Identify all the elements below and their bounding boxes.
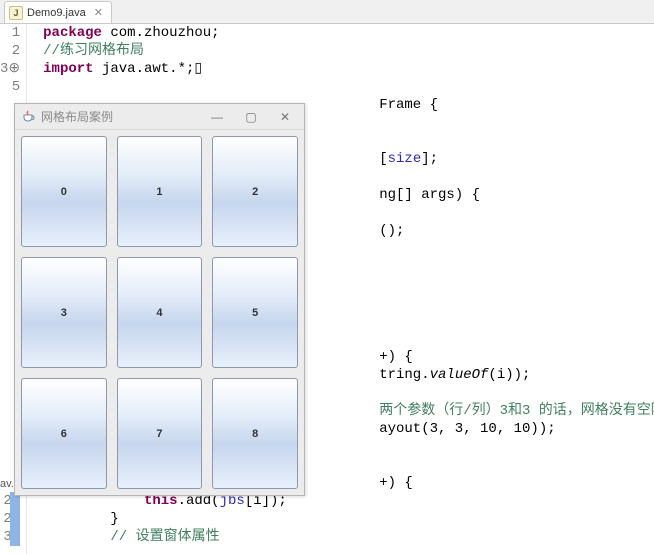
- java-cup-icon: [21, 110, 35, 124]
- grid-button-6[interactable]: 6: [21, 378, 107, 489]
- code-line[interactable]: // 设置窗体属性: [43, 528, 654, 546]
- window-controls: — ▢ ✕: [210, 110, 298, 124]
- code-line[interactable]: }: [43, 510, 654, 528]
- code-line[interactable]: //练习网格布局: [43, 42, 654, 60]
- line-number: 5: [0, 78, 20, 96]
- grid-button-8[interactable]: 8: [212, 378, 298, 489]
- code-line[interactable]: package com.zhouzhou;: [43, 24, 654, 42]
- grid-button-1[interactable]: 1: [117, 136, 203, 247]
- line-number: 3⊕: [0, 60, 20, 78]
- grid-button-0[interactable]: 0: [21, 136, 107, 247]
- grid-button-5[interactable]: 5: [212, 257, 298, 368]
- tab-filename: Demo9.java: [27, 7, 86, 19]
- minimize-icon[interactable]: —: [210, 110, 224, 124]
- java-file-icon: J: [9, 6, 23, 20]
- swing-window-title: 网格布局案例: [41, 108, 204, 125]
- grid-button-3[interactable]: 3: [21, 257, 107, 368]
- swing-grid: 012345678: [15, 130, 304, 495]
- line-number: 2: [0, 42, 20, 60]
- grid-button-4[interactable]: 4: [117, 257, 203, 368]
- selection-marker: [10, 492, 20, 546]
- truncated-view-label: av.: [0, 478, 14, 490]
- editor-tab[interactable]: J Demo9.java ✕: [4, 1, 112, 23]
- code-line[interactable]: [43, 78, 654, 96]
- swing-titlebar[interactable]: 网格布局案例 — ▢ ✕: [15, 104, 304, 130]
- grid-button-2[interactable]: 2: [212, 136, 298, 247]
- tab-strip: J Demo9.java ✕: [0, 0, 654, 24]
- maximize-icon[interactable]: ▢: [244, 110, 258, 124]
- swing-window: 网格布局案例 — ▢ ✕ 012345678: [14, 103, 305, 496]
- line-number: 1: [0, 24, 20, 42]
- grid-button-7[interactable]: 7: [117, 378, 203, 489]
- tab-close-icon[interactable]: ✕: [94, 6, 103, 19]
- code-line[interactable]: import java.awt.*;▯: [43, 60, 654, 78]
- close-icon[interactable]: ✕: [278, 110, 292, 124]
